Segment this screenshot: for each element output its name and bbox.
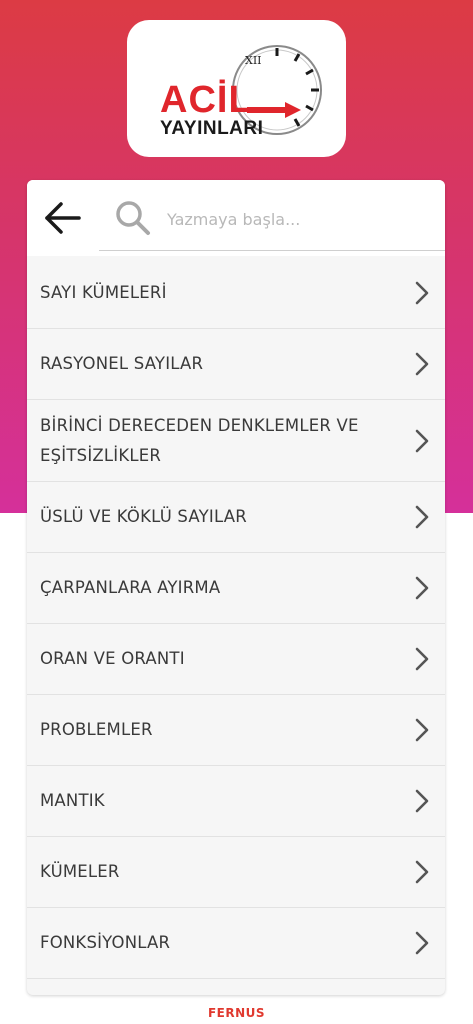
list-item-label: MANTIK <box>40 791 105 810</box>
logo-text-acil: ACİL <box>160 79 253 121</box>
back-arrow-icon[interactable] <box>41 196 85 240</box>
logo-text-yayinlari: YAYINLARI <box>160 118 263 139</box>
topic-list-panel: SAYI KÜMELERİ RASYONEL SAYILAR BİRİNCİ D… <box>27 180 445 995</box>
list-item[interactable]: ÇARPANLARA AYIRMA <box>27 553 445 624</box>
chevron-right-icon <box>415 505 429 529</box>
acil-yayinlari-logo: XII ACİL YAYINLARI <box>160 45 322 139</box>
list-item-label: KÜMELER <box>40 862 120 881</box>
list-item-label: SAYI KÜMELERİ <box>40 283 167 302</box>
list-item-label: FONKSİYONLAR <box>40 933 171 952</box>
list-item[interactable]: FONKSİYONLAR <box>27 908 445 979</box>
chevron-right-icon <box>415 281 429 305</box>
list-item[interactable]: ÜSLÜ VE KÖKLÜ SAYILAR <box>27 482 445 553</box>
chevron-right-icon <box>415 647 429 671</box>
list-item[interactable]: BİRİNCİ DERECEDEN DENKLEMLER VE EŞİTSİZL… <box>27 400 445 482</box>
list-item-label: RASYONEL SAYILAR <box>40 354 204 373</box>
chevron-right-icon <box>415 718 429 742</box>
list-item[interactable]: PROBLEMLER <box>27 695 445 766</box>
search-header <box>27 180 445 256</box>
list-item[interactable]: ORAN VE ORANTI <box>27 624 445 695</box>
list-item-label: ÜSLÜ VE KÖKLÜ SAYILAR <box>40 507 247 526</box>
chevron-right-icon <box>415 860 429 884</box>
list-item-label: ORAN VE ORANTI <box>40 649 185 668</box>
list-item-label: PROBLEMLER <box>40 720 153 739</box>
list-item[interactable]: KÜMELER <box>27 837 445 908</box>
list-item[interactable]: RASYONEL SAYILAR <box>27 329 445 400</box>
search-icon <box>116 201 150 235</box>
chevron-right-icon <box>415 931 429 955</box>
list-item[interactable]: SAYI KÜMELERİ <box>27 258 445 329</box>
clock-numeral: XII <box>245 54 262 67</box>
chevron-right-icon <box>415 352 429 376</box>
list-item-label: BİRİNCİ DERECEDEN DENKLEMLER VE EŞİTSİZL… <box>40 415 359 465</box>
topic-list: SAYI KÜMELERİ RASYONEL SAYILAR BİRİNCİ D… <box>27 258 445 979</box>
list-item-label: ÇARPANLARA AYIRMA <box>40 578 221 597</box>
chevron-right-icon <box>415 576 429 600</box>
app-logo: XII ACİL YAYINLARI <box>127 20 346 157</box>
chevron-right-icon <box>415 789 429 813</box>
footer-brand: FERNUS <box>207 1006 266 1020</box>
search-underline <box>99 250 445 251</box>
chevron-right-icon <box>415 429 429 452</box>
list-item[interactable]: MANTIK <box>27 766 445 837</box>
search-input[interactable] <box>165 202 439 236</box>
